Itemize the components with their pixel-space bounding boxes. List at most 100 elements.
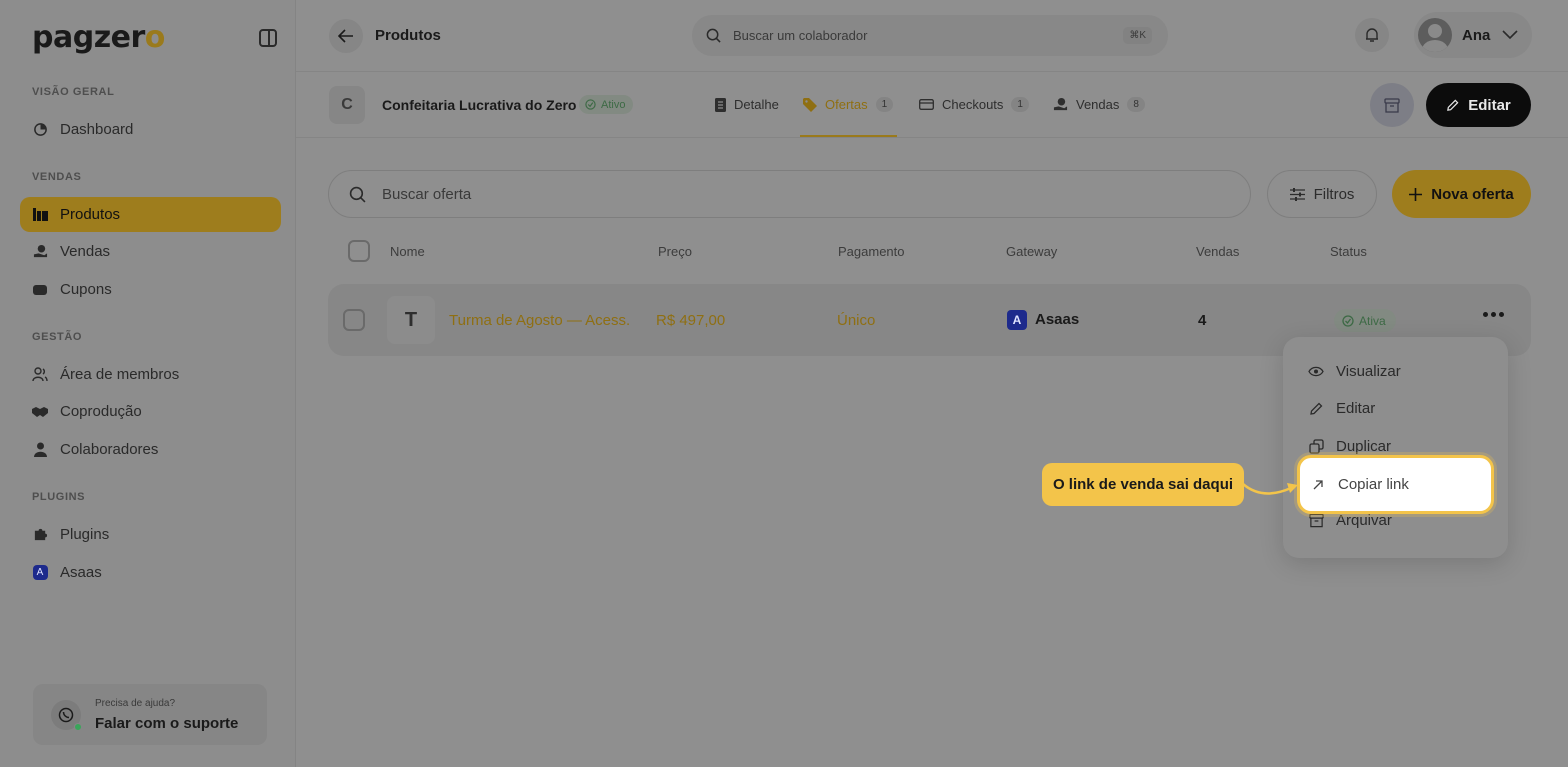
sidebar-collapse-icon[interactable]	[259, 29, 277, 47]
tab-label: Ofertas	[825, 97, 868, 112]
offer-name[interactable]: Turma de Agosto — Acess...	[449, 312, 631, 329]
search-placeholder: Buscar um colaborador	[733, 28, 868, 43]
topbar: Produtos Buscar um colaborador ⌘K Ana	[296, 0, 1568, 72]
product-avatar: C	[329, 86, 365, 124]
section-label-sales: VENDAS	[32, 171, 82, 183]
offer-price: R$ 497,00	[656, 312, 726, 329]
coupon-icon	[32, 282, 48, 298]
column-header-status[interactable]: Status	[1330, 244, 1367, 259]
sliders-icon	[1289, 187, 1305, 201]
sidebar-item-collaborators[interactable]: Colaboradores	[20, 432, 281, 467]
document-icon	[715, 97, 726, 112]
archive-icon	[1384, 97, 1400, 113]
notifications-button[interactable]	[1355, 18, 1389, 52]
product-header: C Confeitaria Lucrativa do Zero Ativo De…	[296, 72, 1568, 138]
offer-avatar: T	[387, 296, 435, 344]
tab-label: Checkouts	[942, 97, 1004, 112]
menu-item-edit[interactable]: Editar	[1308, 400, 1375, 417]
bell-icon	[1366, 28, 1378, 42]
offer-status-badge: Ativa	[1334, 309, 1396, 332]
sidebar-item-label: Coprodução	[60, 403, 142, 420]
tab-label: Detalhe	[734, 97, 779, 112]
sidebar-item-members-area[interactable]: Área de membros	[20, 357, 281, 392]
user-icon	[32, 442, 48, 458]
more-actions-icon[interactable]	[1483, 312, 1504, 317]
support-link[interactable]: Falar com o suporte	[95, 715, 238, 732]
whatsapp-icon	[51, 700, 82, 731]
back-button[interactable]	[329, 19, 363, 53]
menu-item-view[interactable]: Visualizar	[1308, 363, 1401, 380]
menu-item-label: Duplicar	[1336, 438, 1392, 455]
asaas-icon: A	[32, 565, 48, 581]
column-header-payment[interactable]: Pagamento	[838, 244, 905, 259]
pencil-icon	[1447, 99, 1459, 111]
archive-product-button[interactable]	[1370, 83, 1414, 127]
callout-connector-icon	[1243, 483, 1298, 495]
logo[interactable]: pagzero	[32, 20, 165, 55]
offer-gateway: A Asaas	[1007, 310, 1079, 330]
select-all-checkbox[interactable]	[348, 240, 370, 262]
asaas-logo: A	[1007, 310, 1027, 330]
tab-offers[interactable]: Ofertas 1	[803, 97, 894, 112]
sidebar-item-plugins[interactable]: Plugins	[20, 517, 281, 552]
plus-icon	[1409, 187, 1423, 201]
tab-count: 1	[875, 97, 894, 112]
edit-product-button[interactable]: Editar	[1426, 83, 1531, 127]
filters-button[interactable]: Filtros	[1267, 170, 1377, 218]
user-menu[interactable]: Ana	[1414, 12, 1532, 58]
section-label-management: GESTÃO	[32, 331, 83, 343]
members-icon	[32, 367, 48, 383]
logo-text: pagzer	[32, 20, 145, 55]
sidebar-item-coproduction[interactable]: Coprodução	[20, 394, 281, 429]
eye-icon	[1308, 364, 1324, 380]
sales-icon	[1053, 97, 1068, 111]
menu-item-label: Copiar link	[1338, 476, 1409, 493]
sidebar-item-sales[interactable]: Vendas	[20, 234, 281, 269]
sidebar-item-asaas[interactable]: A Asaas	[20, 555, 281, 590]
check-circle-icon	[1342, 314, 1354, 327]
tab-checkouts[interactable]: Checkouts 1	[919, 97, 1029, 112]
row-checkbox[interactable]	[343, 309, 365, 331]
status-text: Ativa	[1359, 313, 1386, 328]
tab-detail[interactable]: Detalhe	[715, 97, 779, 112]
sidebar-item-dashboard[interactable]: Dashboard	[20, 112, 281, 147]
support-card[interactable]: Precisa de ajuda? Falar com o suporte	[33, 684, 267, 745]
section-label-overview: VISÃO GERAL	[32, 86, 115, 98]
collaborator-search-input[interactable]: Buscar um colaborador ⌘K	[692, 15, 1168, 56]
offer-payment: Único	[837, 312, 876, 329]
sidebar-item-label: Colaboradores	[60, 441, 159, 458]
tab-sales[interactable]: Vendas 8	[1053, 97, 1145, 112]
arrow-left-icon	[338, 29, 353, 43]
dashboard-icon	[32, 122, 48, 138]
new-offer-button[interactable]: Nova oferta	[1392, 170, 1531, 218]
handshake-icon	[32, 404, 48, 420]
sidebar-item-label: Área de membros	[60, 366, 180, 383]
menu-item-label: Editar	[1336, 400, 1376, 417]
puzzle-icon	[32, 527, 48, 543]
sidebar: pagzero VISÃO GERAL Dashboard VENDAS Pro…	[0, 0, 296, 767]
menu-item-copy-link[interactable]: Copiar link	[1297, 455, 1494, 514]
user-name: Ana	[1462, 26, 1491, 44]
column-header-gateway[interactable]: Gateway	[1006, 244, 1057, 259]
offer-search-input[interactable]: Buscar oferta	[328, 170, 1251, 218]
shortcut-badge: ⌘K	[1123, 27, 1152, 44]
gateway-name: Asaas	[1035, 310, 1080, 328]
search-icon	[349, 186, 366, 203]
tab-count: 8	[1127, 97, 1145, 112]
sidebar-item-coupons[interactable]: Cupons	[20, 272, 281, 307]
column-header-name[interactable]: Nome	[390, 244, 425, 259]
pencil-icon	[1308, 401, 1324, 417]
support-hint: Precisa de ajuda?	[95, 698, 176, 709]
sidebar-item-products[interactable]: Produtos	[20, 197, 281, 232]
tab-label: Vendas	[1076, 97, 1120, 112]
tab-count: 1	[1011, 97, 1029, 112]
column-header-sales[interactable]: Vendas	[1196, 244, 1239, 259]
menu-item-duplicate[interactable]: Duplicar	[1308, 438, 1391, 455]
new-offer-label: Nova oferta	[1431, 185, 1514, 203]
archive-icon	[1308, 513, 1324, 529]
section-label-plugins: PLUGINS	[32, 491, 86, 503]
menu-item-archive[interactable]: Arquivar	[1308, 512, 1392, 529]
sales-icon	[32, 244, 48, 260]
page-title: Produtos	[375, 27, 441, 44]
column-header-price[interactable]: Preço	[658, 244, 692, 259]
